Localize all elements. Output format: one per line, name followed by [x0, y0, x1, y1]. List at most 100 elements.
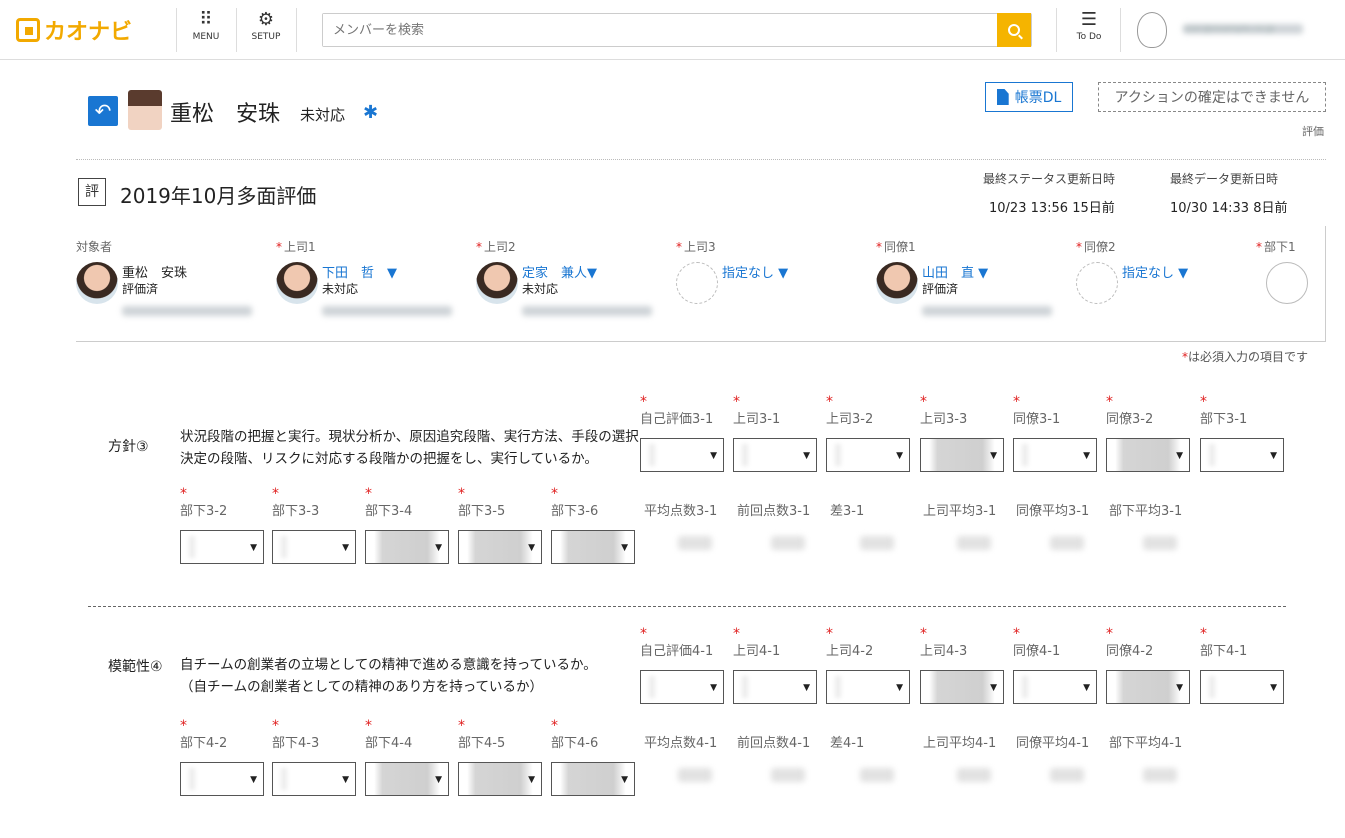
field-label-text: 部下3-6: [551, 504, 599, 519]
score-summary-label: 上司平均3-1: [923, 504, 997, 519]
evaluator-role-label: 同僚2: [1084, 240, 1116, 254]
dropdown-arrow-icon: ▼: [1270, 451, 1277, 461]
evaluator-card: * 上司2 定家 兼人▼ 未対応: [476, 238, 676, 334]
user-avatar[interactable]: [1137, 12, 1167, 48]
score-dropdown[interactable]: ▼: [458, 762, 542, 796]
section-description: 状況段階の把握と実行。現状分析か、原因追究段階、実行方法、手段の選択決定の段階、…: [180, 429, 639, 467]
person-status: 未対応: [300, 106, 346, 124]
field-label-text: 同僚4-1: [1013, 644, 1061, 659]
search-button[interactable]: [997, 13, 1031, 47]
evaluator-date: [522, 306, 652, 316]
score-dropdown[interactable]: ▼: [1106, 670, 1190, 704]
menu-button[interactable]: ⠿ MENU: [181, 8, 231, 52]
evaluator-role: * 同僚1: [876, 238, 1076, 255]
score-dropdown[interactable]: ▼: [920, 670, 1004, 704]
score-dropdown[interactable]: ▼: [272, 762, 356, 796]
required-star: *: [476, 240, 482, 254]
required-star: *: [272, 486, 279, 502]
evaluator-card: * 同僚1 山田 直 ▼ 評価済: [876, 238, 1076, 334]
score-field-label: * 上司3-3: [920, 394, 1004, 427]
evaluator-role-label: 上司3: [684, 240, 716, 254]
required-star: *: [640, 626, 647, 642]
score-dropdown[interactable]: ▼: [1200, 670, 1284, 704]
evaluator-name[interactable]: 指定なし ▼: [1122, 262, 1188, 281]
score-dropdown[interactable]: ▼: [640, 670, 724, 704]
score-field-label: * 部下4-6: [551, 718, 635, 751]
score-dropdown[interactable]: ▼: [733, 438, 817, 472]
back-button[interactable]: ↶: [88, 96, 118, 126]
score-dropdown[interactable]: ▼: [365, 530, 449, 564]
score-dropdown[interactable]: ▼: [551, 762, 635, 796]
download-report-button[interactable]: 帳票DL: [985, 82, 1073, 112]
member-search: [322, 13, 1032, 47]
dropdown-arrow-icon: ▼: [250, 775, 257, 785]
evaluator-name[interactable]: 指定なし ▼: [722, 262, 788, 281]
score-field-label: * 部下3-4: [365, 486, 449, 519]
evaluator-avatar: [476, 262, 518, 304]
score-field-label: * 自己評価3-1: [640, 394, 724, 427]
score-dropdown[interactable]: ▼: [551, 530, 635, 564]
score-dropdown[interactable]: ▼: [180, 762, 264, 796]
settings-gear-icon[interactable]: ✱: [363, 102, 378, 123]
required-star: *: [826, 626, 833, 642]
evaluator-name[interactable]: 定家 兼人▼: [522, 262, 597, 281]
field-label-text: 部下4-4: [365, 736, 413, 751]
score-field-label: * 同僚3-2: [1106, 394, 1190, 427]
score-field: * 上司4-3 ▼: [920, 626, 1004, 704]
divider: [1120, 8, 1121, 52]
score-summary-label: 上司平均4-1: [923, 736, 997, 751]
evaluator-name[interactable]: 山田 直 ▼: [922, 262, 988, 281]
score-field-label: * 同僚4-2: [1106, 626, 1190, 659]
required-star: *: [551, 718, 558, 734]
evaluator-name[interactable]: 下田 哲 ▼: [322, 262, 397, 281]
score-dropdown[interactable]: ▼: [1013, 670, 1097, 704]
evaluation-title: 2019年10月多面評価: [120, 184, 317, 208]
score-summary-value: [1050, 536, 1084, 550]
score-field: * 部下4-3 ▼: [272, 718, 356, 796]
score-dropdown[interactable]: ▼: [365, 762, 449, 796]
evaluator-avatar: [1076, 262, 1118, 304]
score-dropdown[interactable]: ▼: [1200, 438, 1284, 472]
field-label-text: 同僚3-2: [1106, 412, 1154, 427]
score-summary-label: 平均点数4-1: [644, 736, 718, 751]
person-name: 重松 安珠: [170, 102, 281, 127]
score-dropdown[interactable]: ▼: [826, 670, 910, 704]
search-icon: [1008, 24, 1020, 36]
score-dropdown[interactable]: ▼: [1013, 438, 1097, 472]
score-field: * 同僚3-2 ▼: [1106, 394, 1190, 472]
field-label-text: 同僚4-2: [1106, 644, 1154, 659]
user-email[interactable]: user@example.co.jp: [1183, 24, 1303, 34]
required-star: *: [826, 394, 833, 410]
score-dropdown[interactable]: ▼: [640, 438, 724, 472]
score-dropdown[interactable]: ▼: [458, 530, 542, 564]
todo-button[interactable]: ☰ To Do: [1064, 8, 1114, 52]
required-star: *: [1013, 394, 1020, 410]
score-field: * 同僚3-1 ▼: [1013, 394, 1097, 472]
evaluator-list: 対象者 重松 安珠 評価済 * 上司1 下田 哲 ▼ 未対応 * 上司2 定家 兼人▼ 未対応 * 上司…: [76, 226, 1326, 342]
field-label-text: 部下3-4: [365, 504, 413, 519]
evaluator-card: * 同僚2 指定なし ▼: [1076, 238, 1276, 334]
dropdown-arrow-icon: ▼: [528, 543, 535, 553]
score-field: * 部下3-3 ▼: [272, 486, 356, 564]
kaonavi-logo[interactable]: カオナビ: [16, 14, 132, 46]
section-name: 方針③: [108, 439, 149, 455]
evaluator-role: * 部下1: [1256, 238, 1325, 255]
required-star: *: [458, 486, 465, 502]
search-input[interactable]: [323, 14, 993, 46]
score-dropdown[interactable]: ▼: [920, 438, 1004, 472]
setup-label: SETUP: [251, 32, 281, 42]
score-summary-value: [678, 768, 712, 782]
score-dropdown[interactable]: ▼: [733, 670, 817, 704]
score-field: * 自己評価4-1 ▼: [640, 626, 724, 704]
setup-button[interactable]: ⚙ SETUP: [241, 8, 291, 52]
score-summary: 同僚平均3-1: [1016, 500, 1100, 550]
score-dropdown[interactable]: ▼: [180, 530, 264, 564]
score-dropdown[interactable]: ▼: [826, 438, 910, 472]
score-summary-value: [771, 768, 805, 782]
divider: [1056, 8, 1057, 52]
score-dropdown[interactable]: ▼: [1106, 438, 1190, 472]
evaluator-avatar: [876, 262, 918, 304]
score-dropdown[interactable]: ▼: [272, 530, 356, 564]
score-summary-label: 部下平均4-1: [1109, 736, 1183, 751]
dropdown-arrow-icon: ▼: [1083, 683, 1090, 693]
